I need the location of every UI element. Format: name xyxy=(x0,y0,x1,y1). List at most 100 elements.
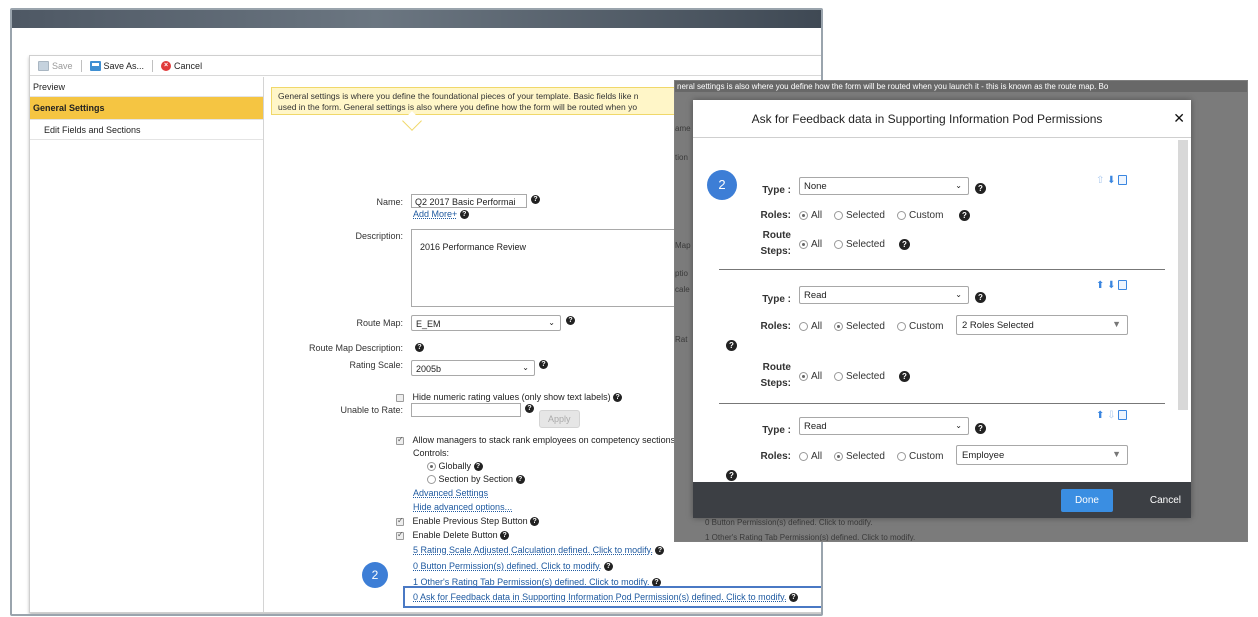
help-icon[interactable]: ? xyxy=(515,475,525,485)
arrow-up-icon[interactable]: ⇧ xyxy=(1096,175,1104,186)
type-select[interactable]: Read ⌄ xyxy=(799,286,969,304)
roles-custom-option[interactable]: Custom xyxy=(897,321,943,332)
help-icon[interactable]: ? xyxy=(975,292,986,303)
help-icon[interactable]: ? xyxy=(899,371,910,382)
steps-all-option[interactable]: All xyxy=(799,239,822,250)
arrow-up-icon[interactable]: ⬆ xyxy=(1096,280,1104,291)
type-select-value: None xyxy=(804,181,827,192)
modal-cancel-button[interactable]: Cancel xyxy=(1150,489,1181,512)
type-select[interactable]: Read ⌄ xyxy=(799,417,969,435)
roles-selected-option[interactable]: Selected xyxy=(834,451,885,462)
help-icon[interactable]: ? xyxy=(613,393,623,403)
steps-selected-option[interactable]: Selected xyxy=(834,371,885,382)
background-label: Rat xyxy=(675,335,688,344)
help-icon[interactable]: ? xyxy=(789,593,799,603)
background-info-strip: neral settings is also where you define … xyxy=(675,81,1247,92)
hide-advanced-link[interactable]: Hide advanced options... xyxy=(413,502,512,512)
roles-all-text: All xyxy=(811,451,823,462)
roles-selected-text: Selected xyxy=(846,210,885,221)
arrow-down-icon[interactable]: ⬇ xyxy=(1107,175,1115,186)
roles-selected-option[interactable]: Selected xyxy=(834,321,885,332)
steps-label: Steps: xyxy=(760,246,791,257)
roles-selected-text: Selected xyxy=(846,451,885,462)
help-icon[interactable]: ? xyxy=(655,546,665,556)
roles-all-option[interactable]: All xyxy=(799,321,822,332)
radio-icon xyxy=(897,211,906,220)
help-icon[interactable]: ? xyxy=(959,210,970,221)
help-icon[interactable]: ? xyxy=(566,316,575,325)
save-label: Save xyxy=(52,60,73,71)
route-map-select[interactable]: E_EM ⌄ xyxy=(411,315,561,331)
nav-item-edit-fields[interactable]: Edit Fields and Sections xyxy=(30,120,263,140)
roles-select[interactable]: Employee ▼ xyxy=(956,445,1128,465)
help-icon[interactable]: ? xyxy=(975,423,986,434)
roles-label: Roles: xyxy=(760,451,791,462)
background-label: tion xyxy=(675,153,688,162)
add-more-link[interactable]: Add More+ xyxy=(413,209,457,219)
arrow-up-icon[interactable]: ⬆ xyxy=(1096,410,1104,421)
chevron-down-icon: ⌄ xyxy=(955,181,962,190)
help-icon[interactable]: ? xyxy=(530,517,540,527)
type-select[interactable]: None ⌄ xyxy=(799,177,969,195)
help-icon[interactable]: ? xyxy=(975,183,986,194)
close-icon[interactable]: ✕ xyxy=(1173,110,1185,127)
nav-item-general-settings[interactable]: General Settings xyxy=(30,97,263,120)
unable-to-rate-field[interactable] xyxy=(411,403,521,417)
section-by-section-radio[interactable] xyxy=(427,475,436,485)
help-icon[interactable]: ? xyxy=(459,210,469,220)
trash-icon[interactable] xyxy=(1118,280,1128,291)
enable-delete-checkbox[interactable] xyxy=(396,530,404,540)
enable-prev-checkbox[interactable] xyxy=(396,516,404,526)
trash-icon[interactable] xyxy=(1118,175,1128,186)
done-button[interactable]: Done xyxy=(1061,489,1113,512)
roles-label: Roles: xyxy=(760,210,791,221)
steps-all-option[interactable]: All xyxy=(799,371,822,382)
rating-scale-value: 2005b xyxy=(416,364,442,374)
help-icon[interactable]: ? xyxy=(603,562,613,572)
help-icon[interactable]: ? xyxy=(539,360,548,369)
nav-item-preview[interactable]: Preview xyxy=(30,77,263,97)
radio-icon xyxy=(834,240,843,249)
arrow-down-icon[interactable]: ⇩ xyxy=(1107,410,1115,421)
globally-radio[interactable] xyxy=(427,462,436,472)
roles-selected-option[interactable]: Selected xyxy=(834,210,885,221)
help-icon[interactable]: ? xyxy=(899,239,910,250)
steps-selected-option[interactable]: Selected xyxy=(834,239,885,250)
help-icon[interactable]: ? xyxy=(531,195,540,204)
modal-scrollbar[interactable] xyxy=(1178,140,1188,410)
chevron-down-icon: ⌄ xyxy=(955,290,962,299)
roles-all-option[interactable]: All xyxy=(799,210,822,221)
arrow-down-icon[interactable]: ⬇ xyxy=(1107,280,1115,291)
save-as-button[interactable]: Save As... xyxy=(89,60,145,71)
allow-stack-row: Allow managers to stack rank employees o… xyxy=(396,435,675,445)
triangle-down-icon: ▼ xyxy=(1112,319,1121,329)
apply-button[interactable]: Apply xyxy=(539,410,580,428)
help-icon[interactable]: ? xyxy=(415,343,424,352)
route-label: Route xyxy=(762,362,791,373)
cancel-button[interactable]: × Cancel xyxy=(161,60,202,71)
button-permission-link[interactable]: 0 Button Permission(s) defined. Click to… xyxy=(413,561,601,571)
advanced-settings-link[interactable]: Advanced Settings xyxy=(413,488,488,498)
enable-delete-label: Enable Delete Button xyxy=(412,530,498,540)
name-field[interactable]: Q2 2017 Basic Performai xyxy=(411,194,527,208)
rating-scale-calc-link[interactable]: 5 Rating Scale Adjusted Calculation defi… xyxy=(413,545,653,555)
rating-scale-select[interactable]: 2005b ⌄ xyxy=(411,360,535,376)
roles-all-option[interactable]: All xyxy=(799,451,822,462)
help-icon[interactable]: ? xyxy=(726,470,737,481)
save-as-label: Save As... xyxy=(103,60,145,71)
ask-feedback-link[interactable]: 0 Ask for Feedback data in Supporting In… xyxy=(413,592,787,602)
steps-all-text: All xyxy=(811,239,823,250)
help-icon[interactable]: ? xyxy=(473,462,483,472)
toolbar: Save Save As... × Cancel xyxy=(30,56,821,76)
allow-stack-checkbox[interactable] xyxy=(396,435,404,445)
trash-icon[interactable] xyxy=(1118,410,1128,421)
roles-custom-option[interactable]: Custom xyxy=(897,451,943,462)
roles-custom-option[interactable]: Custom xyxy=(897,210,943,221)
hide-numeric-checkbox[interactable] xyxy=(396,393,404,402)
roles-select[interactable]: 2 Roles Selected ▼ xyxy=(956,315,1128,335)
help-icon[interactable]: ? xyxy=(500,531,510,541)
route-label: Route xyxy=(762,230,791,241)
save-button[interactable]: Save xyxy=(38,60,73,71)
help-icon[interactable]: ? xyxy=(525,404,534,413)
help-icon[interactable]: ? xyxy=(726,340,737,351)
